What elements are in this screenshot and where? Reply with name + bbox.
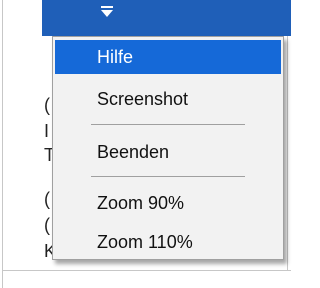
background-text: ( <box>44 95 50 115</box>
menu-separator <box>91 124 245 125</box>
background-text: I <box>44 121 50 141</box>
menu-item-zoom-110[interactable]: Zoom 110% <box>55 225 281 259</box>
menu-item-zoom-90[interactable]: Zoom 90% <box>55 186 281 220</box>
menu-item-screenshot[interactable]: Screenshot <box>55 82 281 116</box>
menu-item-hilfe[interactable]: Hilfe <box>55 40 281 74</box>
menu-item-beenden[interactable]: Beenden <box>55 135 281 169</box>
window-right-border <box>287 36 288 271</box>
background-text: ( <box>44 189 50 209</box>
context-menu: Hilfe Screenshot Beenden Zoom 90% Zoom 1… <box>52 36 284 260</box>
title-bar <box>42 0 291 36</box>
window-left-border <box>2 0 3 288</box>
window-bottom-border <box>2 270 291 271</box>
menu-separator <box>91 176 245 177</box>
screen: ( I T ( ( K Hilfe Screenshot Beenden Zoo… <box>0 0 291 288</box>
background-text: ( <box>44 215 50 235</box>
menu-dropdown-icon[interactable] <box>100 5 114 19</box>
